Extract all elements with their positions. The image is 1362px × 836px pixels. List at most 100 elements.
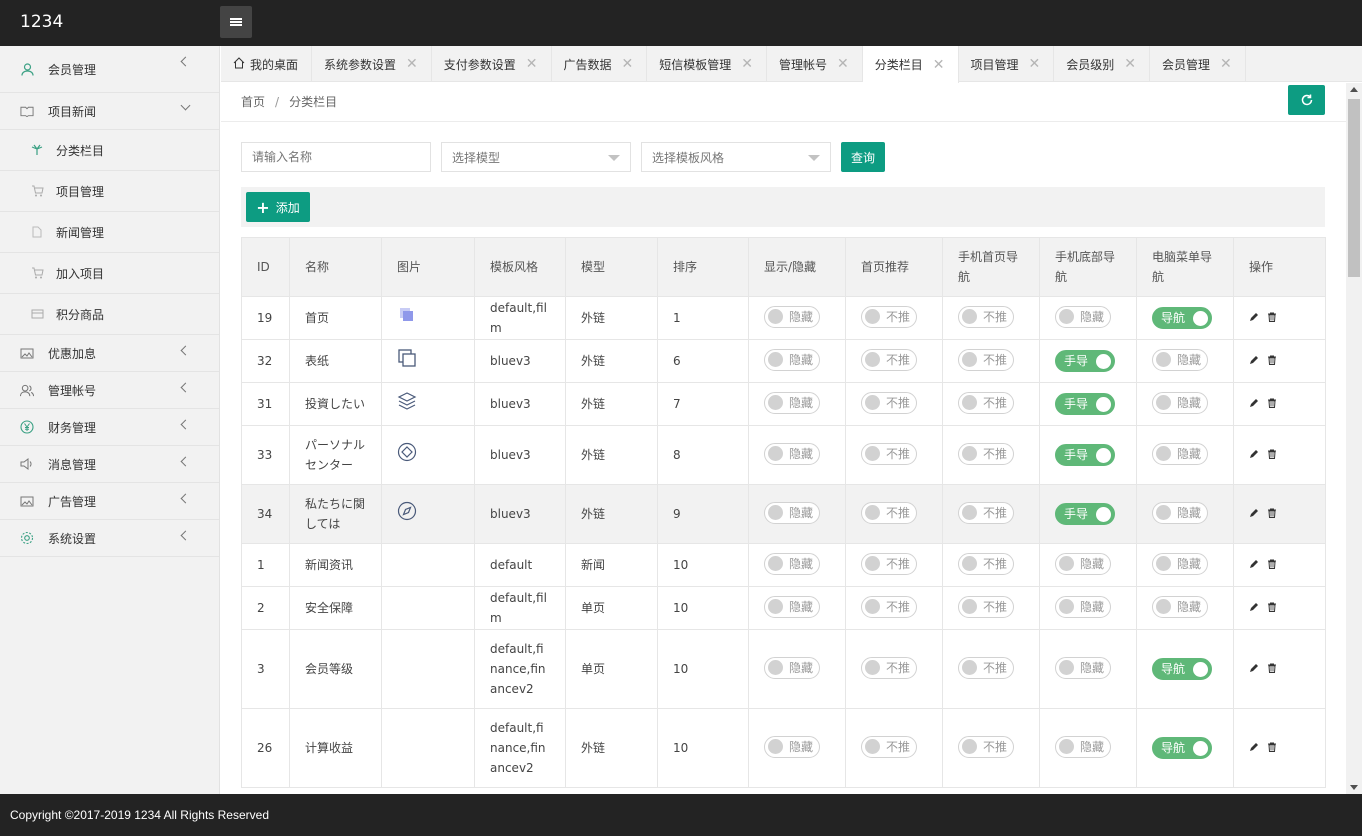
style-select[interactable]: 选择模板风格 xyxy=(641,142,831,172)
breadcrumb-home[interactable]: 首页 xyxy=(241,95,265,109)
toggle-switch[interactable]: 隐藏 xyxy=(764,442,821,465)
sidebar-item[interactable]: 财务管理 xyxy=(0,409,219,446)
model-select[interactable]: 选择模型 xyxy=(441,142,631,172)
toggle-switch[interactable]: 导航 xyxy=(1152,658,1213,680)
toggle-switch[interactable]: 不推 xyxy=(861,501,918,524)
toggle-switch[interactable]: 隐藏 xyxy=(764,656,821,679)
sidebar-subitem[interactable]: 分类栏目 xyxy=(0,130,219,171)
add-button[interactable]: + 添加 xyxy=(246,192,310,222)
sidebar-item[interactable]: 优惠加息 xyxy=(0,335,219,372)
delete-icon[interactable] xyxy=(1267,351,1277,371)
toggle-switch[interactable]: 不推 xyxy=(958,552,1015,575)
toggle-switch[interactable]: 隐藏 xyxy=(1152,501,1209,524)
close-icon[interactable]: ✕ xyxy=(1029,56,1041,72)
edit-icon[interactable] xyxy=(1249,308,1259,328)
tab[interactable]: 会员级别 ✕ xyxy=(1054,46,1151,82)
tab[interactable]: 我的桌面 xyxy=(221,46,313,82)
close-icon[interactable]: ✕ xyxy=(622,56,634,72)
toggle-switch[interactable]: 不推 xyxy=(958,391,1015,414)
edit-icon[interactable] xyxy=(1249,555,1259,575)
edit-icon[interactable] xyxy=(1249,445,1259,465)
close-icon[interactable]: ✕ xyxy=(837,56,849,72)
toggle-switch[interactable]: 隐藏 xyxy=(764,501,821,524)
toggle-switch[interactable]: 隐藏 xyxy=(1152,391,1209,414)
toggle-switch[interactable]: 不推 xyxy=(958,735,1015,758)
delete-icon[interactable] xyxy=(1267,394,1277,414)
toggle-switch[interactable]: 隐藏 xyxy=(1055,735,1112,758)
delete-icon[interactable] xyxy=(1267,598,1277,618)
tab[interactable]: 项目管理 ✕ xyxy=(959,46,1055,82)
delete-icon[interactable] xyxy=(1267,738,1277,758)
edit-icon[interactable] xyxy=(1249,738,1259,758)
query-button[interactable]: 查询 xyxy=(841,142,885,172)
toggle-switch[interactable]: 导航 xyxy=(1152,737,1213,759)
toggle-switch[interactable]: 隐藏 xyxy=(1152,442,1209,465)
toggle-switch[interactable]: 隐藏 xyxy=(1152,595,1209,618)
close-icon[interactable]: ✕ xyxy=(1124,56,1136,72)
sidebar-item[interactable]: 消息管理 xyxy=(0,446,219,483)
toggle-switch[interactable]: 导航 xyxy=(1152,307,1213,329)
refresh-button[interactable] xyxy=(1288,85,1325,115)
sidebar-subitem[interactable]: 项目管理 xyxy=(0,171,219,212)
toggle-switch[interactable]: 隐藏 xyxy=(1152,348,1209,371)
tab[interactable]: 短信模板管理 ✕ xyxy=(647,46,768,82)
delete-icon[interactable] xyxy=(1267,555,1277,575)
delete-icon[interactable] xyxy=(1267,445,1277,465)
toggle-switch[interactable]: 隐藏 xyxy=(1055,305,1112,328)
edit-icon[interactable] xyxy=(1249,394,1259,414)
toggle-switch[interactable]: 不推 xyxy=(861,348,918,371)
toggle-switch[interactable]: 不推 xyxy=(861,305,918,328)
scrollbar-thumb[interactable] xyxy=(1348,99,1360,277)
toggle-switch[interactable]: 不推 xyxy=(861,552,918,575)
toggle-switch[interactable]: 手导 xyxy=(1055,393,1116,415)
edit-icon[interactable] xyxy=(1249,351,1259,371)
tab[interactable]: 支付参数设置 ✕ xyxy=(432,46,552,82)
toggle-switch[interactable]: 隐藏 xyxy=(1152,552,1209,575)
toggle-switch[interactable]: 隐藏 xyxy=(764,595,821,618)
menu-toggle-button[interactable] xyxy=(220,6,252,38)
name-search-input[interactable] xyxy=(241,142,431,172)
delete-icon[interactable] xyxy=(1267,659,1277,679)
toggle-switch[interactable]: 隐藏 xyxy=(1055,595,1112,618)
toggle-switch[interactable]: 不推 xyxy=(958,656,1015,679)
close-icon[interactable]: ✕ xyxy=(741,56,753,72)
tab[interactable]: 会员管理 ✕ xyxy=(1150,46,1246,82)
toggle-switch[interactable]: 手导 xyxy=(1055,444,1116,466)
toggle-switch[interactable]: 不推 xyxy=(861,595,918,618)
toggle-switch[interactable]: 隐藏 xyxy=(764,348,821,371)
sidebar-item[interactable]: 会员管理 xyxy=(0,46,219,93)
toggle-switch[interactable]: 隐藏 xyxy=(764,735,821,758)
edit-icon[interactable] xyxy=(1249,504,1259,524)
sidebar-item[interactable]: 项目新闻 xyxy=(0,93,219,130)
close-icon[interactable]: ✕ xyxy=(933,57,945,73)
sidebar-subitem[interactable]: 加入项目 xyxy=(0,253,219,294)
tab[interactable]: 分类栏目 ✕ xyxy=(862,46,959,83)
toggle-switch[interactable]: 手导 xyxy=(1055,350,1116,372)
toggle-switch[interactable]: 隐藏 xyxy=(1055,552,1112,575)
toggle-switch[interactable]: 手导 xyxy=(1055,503,1116,525)
tab[interactable]: 管理帐号 ✕ xyxy=(767,46,863,82)
tab[interactable]: 广告数据 ✕ xyxy=(552,46,648,82)
edit-icon[interactable] xyxy=(1249,598,1259,618)
sidebar-item[interactable]: 广告管理 xyxy=(0,483,219,520)
edit-icon[interactable] xyxy=(1249,659,1259,679)
close-icon[interactable]: ✕ xyxy=(526,56,538,72)
toggle-switch[interactable]: 不推 xyxy=(958,501,1015,524)
toggle-switch[interactable]: 隐藏 xyxy=(764,552,821,575)
delete-icon[interactable] xyxy=(1267,308,1277,328)
toggle-switch[interactable]: 不推 xyxy=(861,391,918,414)
toggle-switch[interactable]: 不推 xyxy=(958,348,1015,371)
toggle-switch[interactable]: 隐藏 xyxy=(764,305,821,328)
toggle-switch[interactable]: 不推 xyxy=(861,656,918,679)
sidebar-item[interactable]: 管理帐号 xyxy=(0,372,219,409)
sidebar-subitem[interactable]: 积分商品 xyxy=(0,294,219,335)
scroll-down-icon[interactable] xyxy=(1350,785,1358,790)
close-icon[interactable]: ✕ xyxy=(406,56,418,72)
page-scrollbar[interactable] xyxy=(1346,83,1362,794)
delete-icon[interactable] xyxy=(1267,504,1277,524)
toggle-switch[interactable]: 隐藏 xyxy=(764,391,821,414)
toggle-switch[interactable]: 不推 xyxy=(861,442,918,465)
close-icon[interactable]: ✕ xyxy=(1220,56,1232,72)
toggle-switch[interactable]: 不推 xyxy=(958,595,1015,618)
toggle-switch[interactable]: 不推 xyxy=(958,305,1015,328)
